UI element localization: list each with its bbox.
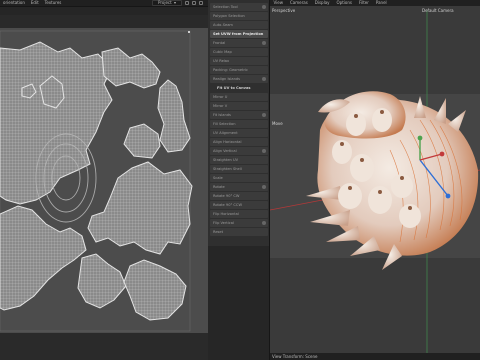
uv-island-small-2	[123, 123, 161, 159]
tool-button[interactable]: UV Alignment	[210, 129, 268, 137]
viewport-footer: View Transform: Scene	[270, 353, 480, 360]
tool-button[interactable]: Align Vertical	[210, 147, 268, 155]
uv-tool-panel-empty-area	[208, 246, 270, 360]
uv-island-right-strip	[157, 79, 191, 153]
tool-button[interactable]: Set UVW from Projection	[210, 30, 268, 38]
gear-icon[interactable]	[262, 185, 266, 189]
tool-button[interactable]: Straighten UV	[210, 156, 268, 164]
lock-icon[interactable]	[185, 1, 189, 5]
viewport-perspective-label: Perspective	[272, 8, 296, 13]
uv-island-bottom-right	[123, 259, 187, 321]
uv-editor-panel[interactable]: orientation Edit Textures Project ▾	[0, 0, 208, 360]
uv-menubar: orientation Edit Textures Project ▾	[0, 0, 208, 7]
uv-canvas[interactable]	[0, 28, 208, 333]
gear-icon[interactable]	[262, 221, 266, 225]
gear-icon[interactable]	[262, 149, 266, 153]
viewport-scene[interactable]	[270, 0, 480, 360]
tool-button[interactable]: Mirror V	[210, 102, 268, 110]
uv-toolbar	[0, 7, 208, 15]
uv-tool-panel: Selection Tool Polygon Selection Auto-Seam…	[208, 0, 270, 246]
tool-section-heading: Fit UV to Canvas	[217, 86, 251, 90]
tool-button[interactable]: Straighten Shell	[210, 165, 268, 173]
uv-view-dropdown[interactable]: Project ▾	[152, 0, 182, 6]
tool-button[interactable]: Packing: Geometric	[210, 66, 268, 74]
tool-button[interactable]: Rotate 90° CCW	[210, 201, 268, 209]
gear-icon[interactable]	[262, 41, 266, 45]
uv-corner-marker	[188, 31, 190, 33]
uv-island-bottom-left	[0, 205, 87, 311]
uv-menu-textures[interactable]: Textures	[42, 0, 65, 6]
chevron-down-icon: ▾	[173, 0, 176, 5]
tool-button[interactable]: Rotate	[210, 183, 268, 191]
tool-button[interactable]: Flip Horizontal	[210, 210, 268, 218]
tool-button[interactable]: Selection Tool	[210, 3, 268, 11]
uv-menu-orientation[interactable]: orientation	[0, 0, 28, 6]
viewport-mode-label: Move	[272, 121, 283, 126]
shell-model	[306, 91, 479, 270]
gear-icon[interactable]	[262, 5, 266, 9]
tool-button[interactable]: Flip Vertical	[210, 219, 268, 227]
3d-viewport[interactable]: View Cameras Display Options Filter Pane…	[270, 0, 480, 360]
tool-button[interactable]: Align Horizontal	[210, 138, 268, 146]
gear-icon[interactable]	[262, 77, 266, 81]
uv-island-bottom-mid	[77, 253, 127, 309]
uv-menu-edit[interactable]: Edit	[28, 0, 42, 6]
tool-button[interactable]: Fill Selection	[210, 120, 268, 128]
tool-button[interactable]: Polygon Selection	[210, 12, 268, 20]
close-icon[interactable]	[199, 1, 203, 5]
maximize-icon[interactable]	[192, 1, 196, 5]
gear-icon[interactable]	[262, 113, 266, 117]
viewport-camera-label[interactable]: Default Camera	[422, 8, 454, 13]
tool-button[interactable]: Scale	[210, 174, 268, 182]
uv-island-mid-right	[87, 161, 193, 255]
uv-island-top-center	[101, 47, 161, 89]
tool-button[interactable]: Reset	[210, 228, 268, 236]
tool-button[interactable]: Cubic Map	[210, 48, 268, 56]
tool-button[interactable]: Auto-Seam	[210, 21, 268, 29]
tool-button[interactable]: Realign Islands	[210, 75, 268, 83]
tool-button[interactable]: UV Relax	[210, 57, 268, 65]
tool-button[interactable]: Fit Islands	[210, 111, 268, 119]
tool-button[interactable]: Mirror U	[210, 93, 268, 101]
uv-island-large	[0, 41, 113, 205]
tool-button[interactable]: Rotate 90° CW	[210, 192, 268, 200]
tool-button[interactable]: Frontal	[210, 39, 268, 47]
